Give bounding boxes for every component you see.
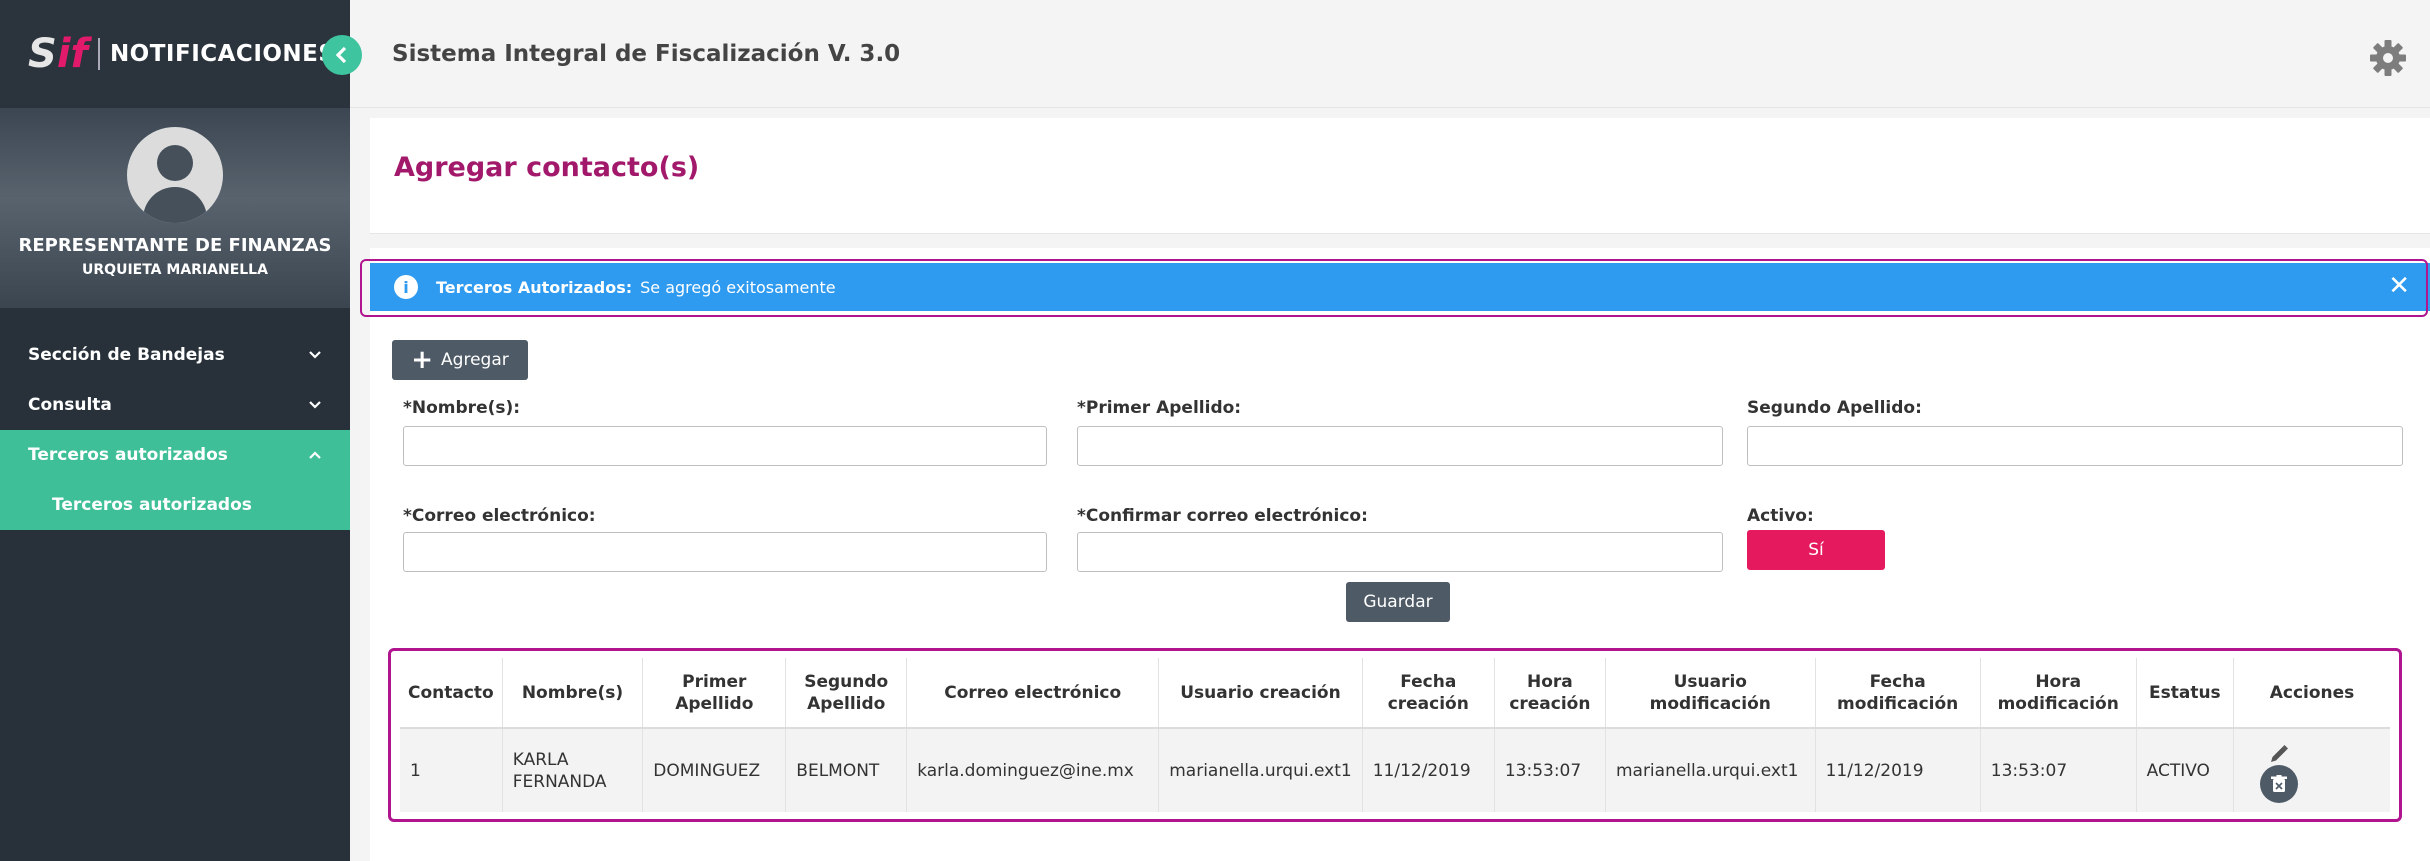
segundo-apellido-field[interactable] xyxy=(1747,426,2403,466)
page-header: Agregar contacto(s) xyxy=(370,118,2430,234)
sidebar-item-label: Terceros autorizados xyxy=(28,445,228,465)
top-bar: Sistema Integral de Fiscalización V. 3.0 xyxy=(350,0,2430,108)
column-header: Acciones xyxy=(2233,658,2390,729)
cell-nombre: KARLA FERNANDA xyxy=(502,728,644,812)
correo-label: *Correo electrónico: xyxy=(403,506,596,526)
table-header-row: Contacto Nombre(s) Primer Apellido Segund… xyxy=(400,658,2390,729)
brand-divider xyxy=(97,38,100,70)
cell-acciones xyxy=(2233,728,2390,812)
add-button[interactable]: + Agregar xyxy=(392,340,528,380)
gear-icon[interactable] xyxy=(2368,38,2408,78)
nombre-label: *Nombre(s): xyxy=(403,398,521,418)
main-area: Agregar contacto(s) i Terceros Autorizad… xyxy=(350,108,2430,861)
cell-usuario-modificacion: marianella.urqui.ext1 xyxy=(1605,728,1816,812)
cell-segundo-apellido: BELMONT xyxy=(785,728,908,812)
table-row: 1 KARLA FERNANDA DOMINGUEZ BELMONT karla.… xyxy=(400,728,2390,812)
cell-usuario-creacion: marianella.urqui.ext1 xyxy=(1158,728,1363,812)
close-icon[interactable]: ✕ xyxy=(2388,272,2410,300)
page-title: Agregar contacto(s) xyxy=(394,152,700,183)
alert-label: Terceros Autorizados: xyxy=(436,277,633,297)
cell-hora-modificacion: 13:53:07 xyxy=(1980,728,2137,812)
sidebar-item-consulta[interactable]: Consulta xyxy=(0,380,350,430)
column-header[interactable]: Fecha modificación xyxy=(1815,658,1981,729)
column-header[interactable]: Usuario modificación xyxy=(1605,658,1816,729)
brand-header: Sif NOTIFICACIONES xyxy=(0,0,350,108)
cell-fecha-creacion: 11/12/2019 xyxy=(1362,728,1495,812)
chevron-down-icon xyxy=(309,351,321,359)
pencil-icon[interactable] xyxy=(2268,743,2290,765)
alert-message: Se agregó exitosamente xyxy=(640,277,836,297)
avatar xyxy=(127,127,223,223)
plus-icon: + xyxy=(411,345,434,375)
contacts-table-wrapper: Contacto Nombre(s) Primer Apellido Segund… xyxy=(388,648,2402,822)
delete-button[interactable] xyxy=(2260,765,2299,803)
content-panel: i Terceros Autorizados: Se agregó exitos… xyxy=(360,248,2430,861)
success-alert: i Terceros Autorizados: Se agregó exitos… xyxy=(370,263,2430,311)
user-role: REPRESENTANTE DE FINANZAS xyxy=(18,235,332,256)
segundo-apellido-label: Segundo Apellido: xyxy=(1747,398,1922,418)
column-header[interactable]: Hora modificación xyxy=(1980,658,2137,729)
column-header[interactable]: Nombre(s) xyxy=(502,658,644,729)
system-title: Sistema Integral de Fiscalización V. 3.0 xyxy=(392,40,901,67)
sidebar: Sif NOTIFICACIONES REPRESENTANTE DE FINA… xyxy=(0,0,350,861)
column-header[interactable]: Segundo Apellido xyxy=(785,658,908,729)
confirm-email-field[interactable] xyxy=(1077,532,1723,572)
sidebar-item-terceros-autorizados[interactable]: Terceros autorizados xyxy=(0,430,350,480)
sidebar-subitem-terceros-autorizados[interactable]: Terceros autorizados xyxy=(0,480,350,530)
primer-apellido-label: *Primer Apellido: xyxy=(1077,398,1242,418)
save-button[interactable]: Guardar xyxy=(1346,582,1450,622)
confirmar-correo-label: *Confirmar correo electrónico: xyxy=(1077,506,1368,526)
email-field[interactable] xyxy=(403,532,1047,572)
column-header[interactable]: Fecha creación xyxy=(1362,658,1495,729)
column-header[interactable]: Usuario creación xyxy=(1158,658,1363,729)
user-name: URQUIETA MARIANELLA xyxy=(82,262,268,278)
primer-apellido-field[interactable] xyxy=(1077,426,1723,466)
chevron-left-icon xyxy=(335,46,347,64)
cell-estatus: ACTIVO xyxy=(2136,728,2235,812)
collapse-sidebar-button[interactable] xyxy=(322,35,362,75)
sidebar-item-label: Consulta xyxy=(28,395,112,415)
sif-logo: Sif xyxy=(28,31,88,77)
sidebar-subitem-label: Terceros autorizados xyxy=(52,495,252,515)
column-header[interactable]: Correo electrónico xyxy=(906,658,1160,729)
chevron-up-icon xyxy=(309,451,321,459)
cell-fecha-modificacion: 11/12/2019 xyxy=(1815,728,1981,812)
nombre-field[interactable] xyxy=(403,426,1047,466)
column-header[interactable]: Primer Apellido xyxy=(642,658,787,729)
sidebar-item-label: Sección de Bandejas xyxy=(28,345,225,365)
trash-icon xyxy=(2271,775,2288,792)
add-button-label: Agregar xyxy=(441,350,509,370)
active-toggle-button[interactable]: Sí xyxy=(1747,530,1885,570)
cell-primer-apellido: DOMINGUEZ xyxy=(642,728,787,812)
column-header[interactable]: Contacto xyxy=(400,658,503,729)
chevron-down-icon xyxy=(309,401,321,409)
cell-hora-creacion: 13:53:07 xyxy=(1494,728,1606,812)
sidebar-item-seccion-bandejas[interactable]: Sección de Bandejas xyxy=(0,330,350,380)
cell-contacto: 1 xyxy=(400,728,503,812)
user-profile: REPRESENTANTE DE FINANZAS URQUIETA MARIA… xyxy=(0,108,350,308)
cell-correo: karla.dominguez@ine.mx xyxy=(906,728,1160,812)
activo-label: Activo: xyxy=(1747,506,1814,526)
contacts-table: Contacto Nombre(s) Primer Apellido Segund… xyxy=(400,658,2390,812)
column-header[interactable]: Hora creación xyxy=(1494,658,1606,729)
info-icon: i xyxy=(394,275,418,299)
app-title: NOTIFICACIONES xyxy=(109,41,336,67)
column-header[interactable]: Estatus xyxy=(2136,658,2235,729)
sidebar-nav: Sección de Bandejas Consulta Terceros au… xyxy=(0,308,350,530)
